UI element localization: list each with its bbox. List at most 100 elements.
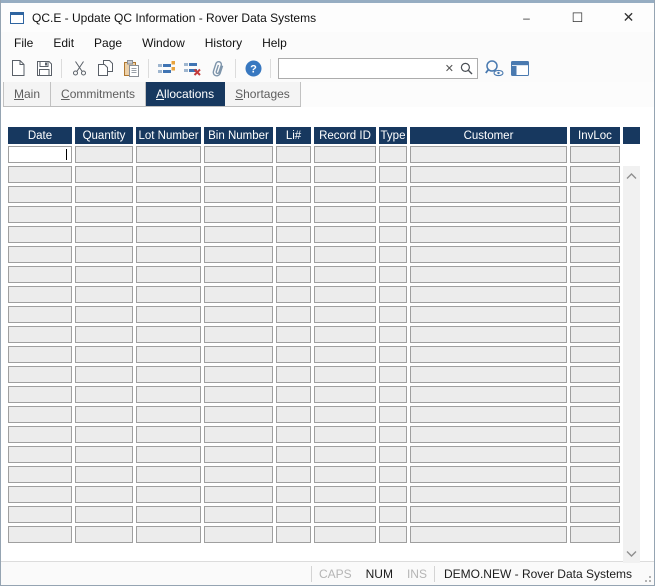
- cell-type[interactable]: [379, 526, 407, 543]
- cell-bin-number[interactable]: [204, 466, 273, 483]
- cell-li[interactable]: [276, 166, 311, 183]
- cell-bin-number[interactable]: [204, 326, 273, 343]
- cell-lot-number[interactable]: [136, 466, 201, 483]
- cell-bin-number[interactable]: [204, 226, 273, 243]
- cell-invloc[interactable]: [570, 266, 620, 283]
- cell-li[interactable]: [276, 526, 311, 543]
- clear-search-icon[interactable]: ✕: [441, 62, 458, 75]
- cell-li[interactable]: [276, 206, 311, 223]
- cell-bin-number[interactable]: [204, 386, 273, 403]
- cell-type[interactable]: [379, 146, 407, 163]
- column-header-quantity[interactable]: Quantity: [75, 127, 133, 144]
- cell-lot-number[interactable]: [136, 206, 201, 223]
- search-input[interactable]: [285, 61, 441, 75]
- cell-customer[interactable]: [410, 206, 567, 223]
- cell-quantity[interactable]: [75, 346, 133, 363]
- cell-li[interactable]: [276, 366, 311, 383]
- cell-customer[interactable]: [410, 386, 567, 403]
- cell-customer[interactable]: [410, 526, 567, 543]
- save-button[interactable]: [31, 56, 57, 80]
- cell-lot-number[interactable]: [136, 306, 201, 323]
- cell-customer[interactable]: [410, 286, 567, 303]
- cell-li[interactable]: [276, 466, 311, 483]
- cell-invloc[interactable]: [570, 206, 620, 223]
- cell-type[interactable]: [379, 166, 407, 183]
- cell-date[interactable]: [8, 426, 72, 443]
- cell-bin-number[interactable]: [204, 206, 273, 223]
- cell-record-id[interactable]: [314, 146, 376, 163]
- cell-lot-number[interactable]: [136, 166, 201, 183]
- menu-page[interactable]: Page: [84, 33, 132, 53]
- cell-type[interactable]: [379, 186, 407, 203]
- cell-invloc[interactable]: [570, 306, 620, 323]
- cell-bin-number[interactable]: [204, 486, 273, 503]
- lookup-button[interactable]: [481, 56, 507, 80]
- menu-window[interactable]: Window: [132, 33, 195, 53]
- column-header-bin-number[interactable]: Bin Number: [204, 127, 273, 144]
- cell-customer[interactable]: [410, 406, 567, 423]
- paste-button[interactable]: [118, 56, 144, 80]
- cell-lot-number[interactable]: [136, 146, 201, 163]
- cell-bin-number[interactable]: [204, 186, 273, 203]
- tab-allocations[interactable]: Allocations: [146, 82, 225, 106]
- cell-li[interactable]: [276, 306, 311, 323]
- cell-li[interactable]: [276, 286, 311, 303]
- cell-date[interactable]: [8, 446, 72, 463]
- cell-invloc[interactable]: [570, 406, 620, 423]
- cell-invloc[interactable]: [570, 246, 620, 263]
- cell-quantity[interactable]: [75, 166, 133, 183]
- cell-record-id[interactable]: [314, 366, 376, 383]
- cell-li[interactable]: [276, 226, 311, 243]
- cell-customer[interactable]: [410, 306, 567, 323]
- cell-record-id[interactable]: [314, 226, 376, 243]
- cell-date[interactable]: [8, 526, 72, 543]
- cell-quantity[interactable]: [75, 226, 133, 243]
- cell-record-id[interactable]: [314, 206, 376, 223]
- cell-type[interactable]: [379, 406, 407, 423]
- resize-grip-icon[interactable]: [641, 567, 653, 585]
- cell-date[interactable]: [8, 166, 72, 183]
- cell-li[interactable]: [276, 446, 311, 463]
- help-button[interactable]: ?: [240, 56, 266, 80]
- cell-customer[interactable]: [410, 266, 567, 283]
- cell-bin-number[interactable]: [204, 506, 273, 523]
- cell-date[interactable]: [8, 206, 72, 223]
- cell-lot-number[interactable]: [136, 286, 201, 303]
- cell-date[interactable]: [8, 386, 72, 403]
- cell-record-id[interactable]: [314, 526, 376, 543]
- cell-type[interactable]: [379, 366, 407, 383]
- cell-quantity[interactable]: [75, 366, 133, 383]
- cell-li[interactable]: [276, 346, 311, 363]
- cell-date[interactable]: [8, 226, 72, 243]
- cell-quantity[interactable]: [75, 326, 133, 343]
- cell-quantity[interactable]: [75, 446, 133, 463]
- cell-invloc[interactable]: [570, 366, 620, 383]
- cell-quantity[interactable]: [75, 466, 133, 483]
- cell-record-id[interactable]: [314, 186, 376, 203]
- cell-record-id[interactable]: [314, 506, 376, 523]
- cell-quantity[interactable]: [75, 406, 133, 423]
- tab-main[interactable]: Main: [3, 82, 51, 106]
- cell-date[interactable]: [8, 246, 72, 263]
- cell-invloc[interactable]: [570, 506, 620, 523]
- cell-li[interactable]: [276, 426, 311, 443]
- cell-quantity[interactable]: [75, 266, 133, 283]
- cell-date[interactable]: [8, 306, 72, 323]
- cell-invloc[interactable]: [570, 186, 620, 203]
- cell-customer[interactable]: [410, 146, 567, 163]
- cell-li[interactable]: [276, 266, 311, 283]
- cell-record-id[interactable]: [314, 286, 376, 303]
- cell-record-id[interactable]: [314, 466, 376, 483]
- cell-lot-number[interactable]: [136, 346, 201, 363]
- cell-invloc[interactable]: [570, 166, 620, 183]
- cell-lot-number[interactable]: [136, 366, 201, 383]
- maximize-button[interactable]: ☐: [552, 3, 603, 32]
- menu-help[interactable]: Help: [252, 33, 297, 53]
- cell-record-id[interactable]: [314, 486, 376, 503]
- cell-customer[interactable]: [410, 166, 567, 183]
- cell-type[interactable]: [379, 466, 407, 483]
- cell-customer[interactable]: [410, 486, 567, 503]
- cell-type[interactable]: [379, 266, 407, 283]
- cell-customer[interactable]: [410, 186, 567, 203]
- cell-lot-number[interactable]: [136, 266, 201, 283]
